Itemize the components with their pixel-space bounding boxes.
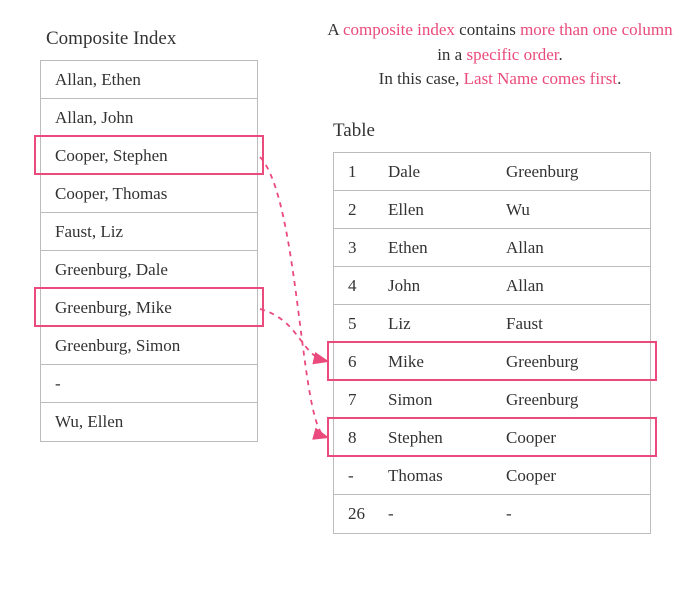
index-row-label: Faust, Liz xyxy=(55,222,123,242)
index-title: Composite Index xyxy=(46,28,176,50)
table-cell-id: 7 xyxy=(334,390,388,410)
table-cell-id: 5 xyxy=(334,314,388,334)
table-cell-last-name: - xyxy=(506,504,650,524)
table-cell-last-name: Wu xyxy=(506,200,650,220)
table-cell-last-name: Allan xyxy=(506,276,650,296)
index-row-label: Allan, Ethen xyxy=(55,70,141,90)
index-row-label: Greenburg, Dale xyxy=(55,260,168,280)
index-row: Greenburg, Mike xyxy=(41,289,257,327)
table-cell-id: 2 xyxy=(334,200,388,220)
table-row: 2EllenWu xyxy=(334,191,650,229)
index-row: Faust, Liz xyxy=(41,213,257,251)
caption-seg: In this case, xyxy=(379,69,464,88)
table-cell-first-name: Dale xyxy=(388,162,506,182)
table-cell-first-name: Mike xyxy=(388,352,506,372)
index-row: Greenburg, Dale xyxy=(41,251,257,289)
table-cell-id: 4 xyxy=(334,276,388,296)
table-row: 5LizFaust xyxy=(334,305,650,343)
table-cell-last-name: Cooper xyxy=(506,466,650,486)
caption-hl: composite index xyxy=(343,20,455,39)
caption-seg: . xyxy=(617,69,621,88)
table-cell-first-name: Thomas xyxy=(388,466,506,486)
table-cell-first-name: - xyxy=(388,504,506,524)
index-row-label: Wu, Ellen xyxy=(55,412,123,432)
table-row: 6MikeGreenburg xyxy=(334,343,650,381)
caption-seg: . xyxy=(559,45,563,64)
index-row-label: Greenburg, Mike xyxy=(55,298,172,318)
index-row-label: Cooper, Stephen xyxy=(55,146,168,166)
table-cell-last-name: Allan xyxy=(506,238,650,258)
data-table: 1DaleGreenburg2EllenWu3EthenAllan4JohnAl… xyxy=(333,152,651,534)
index-row: - xyxy=(41,365,257,403)
table-cell-last-name: Cooper xyxy=(506,428,650,448)
table-row: -ThomasCooper xyxy=(334,457,650,495)
caption-seg: in a xyxy=(437,45,466,64)
table-row: 1DaleGreenburg xyxy=(334,153,650,191)
table-cell-first-name: Ethen xyxy=(388,238,506,258)
caption-hl: more than one column xyxy=(520,20,673,39)
table-cell-first-name: Ellen xyxy=(388,200,506,220)
index-row-label: Greenburg, Simon xyxy=(55,336,180,356)
table-cell-id: 1 xyxy=(334,162,388,182)
table-cell-first-name: Stephen xyxy=(388,428,506,448)
table-row: 26-- xyxy=(334,495,650,533)
table-cell-id: 8 xyxy=(334,428,388,448)
table-cell-first-name: John xyxy=(388,276,506,296)
table-cell-id: 3 xyxy=(334,238,388,258)
index-row-label: Cooper, Thomas xyxy=(55,184,167,204)
diagram-root: A composite index contains more than one… xyxy=(0,0,700,598)
table-row: 8StephenCooper xyxy=(334,419,650,457)
table-cell-last-name: Greenburg xyxy=(506,352,650,372)
composite-index-list: Allan, Ethen Allan, John Cooper, Stephen Co… xyxy=(40,60,258,442)
caption-text: A composite index contains more than one… xyxy=(325,18,675,92)
index-row: Allan, Ethen xyxy=(41,61,257,99)
table-row: 4JohnAllan xyxy=(334,267,650,305)
index-row: Cooper, Stephen xyxy=(41,137,257,175)
table-cell-last-name: Greenburg xyxy=(506,162,650,182)
caption-seg: A xyxy=(327,20,343,39)
index-row: Cooper, Thomas xyxy=(41,175,257,213)
table-cell-last-name: Greenburg xyxy=(506,390,650,410)
index-row-label: - xyxy=(55,374,61,394)
table-cell-id: 6 xyxy=(334,352,388,372)
index-row: Wu, Ellen xyxy=(41,403,257,441)
index-row-label: Allan, John xyxy=(55,108,133,128)
table-cell-id: 26 xyxy=(334,504,388,524)
table-cell-first-name: Simon xyxy=(388,390,506,410)
index-row: Allan, John xyxy=(41,99,257,137)
caption-hl: Last Name comes first xyxy=(464,69,617,88)
table-title: Table xyxy=(333,120,375,142)
table-cell-first-name: Liz xyxy=(388,314,506,334)
table-cell-last-name: Faust xyxy=(506,314,650,334)
index-row: Greenburg, Simon xyxy=(41,327,257,365)
caption-hl: specific order xyxy=(466,45,558,64)
table-row: 3EthenAllan xyxy=(334,229,650,267)
table-row: 7SimonGreenburg xyxy=(334,381,650,419)
table-cell-id: - xyxy=(334,466,388,486)
caption-seg: contains xyxy=(455,20,520,39)
